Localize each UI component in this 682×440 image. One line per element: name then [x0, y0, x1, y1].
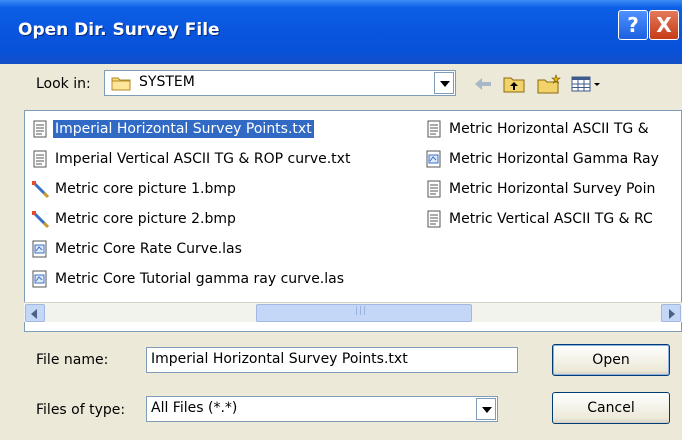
window-title: Open Dir. Survey File: [18, 20, 220, 40]
file-name-input[interactable]: Imperial Horizontal Survey Points.txt: [146, 347, 518, 373]
file-name: Metric Core Rate Curve.las: [55, 241, 242, 257]
las-file-icon: [32, 240, 47, 258]
file-type-value: All Files (*.*): [151, 400, 238, 416]
las-file-icon: [426, 150, 441, 168]
file-name: Metric core picture 1.bmp: [55, 181, 236, 197]
cancel-button[interactable]: Cancel: [552, 392, 670, 424]
file-name: Metric Core Tutorial gamma ray curve.las: [55, 271, 345, 287]
open-button[interactable]: Open: [552, 344, 670, 376]
file-name: Metric Horizontal Gamma Ray: [449, 151, 659, 167]
close-button[interactable]: X: [649, 10, 679, 40]
view-menu-icon[interactable]: [570, 74, 604, 94]
bitmap-file-icon: [31, 180, 49, 198]
text-file-icon: [427, 210, 441, 228]
text-file-icon: [33, 150, 47, 168]
new-folder-icon[interactable]: [536, 74, 562, 94]
look-in-dropdown[interactable]: SYSTEM: [104, 70, 456, 96]
up-folder-icon[interactable]: [502, 74, 526, 94]
file-name-value: Imperial Horizontal Survey Points.txt: [151, 351, 408, 367]
file-type-dropdown[interactable]: All Files (*.*): [146, 396, 498, 422]
text-file-icon: [427, 120, 441, 138]
chevron-down-icon[interactable]: [476, 398, 496, 420]
bitmap-file-icon: [31, 210, 49, 228]
text-file-icon: [33, 120, 47, 138]
look-in-label: Look in:: [36, 76, 91, 92]
help-button[interactable]: ?: [618, 10, 648, 40]
back-arrow-icon[interactable]: [472, 74, 494, 94]
chevron-down-icon[interactable]: [434, 72, 454, 94]
horizontal-scrollbar[interactable]: [24, 302, 682, 322]
file-name: Metric core picture 2.bmp: [55, 211, 236, 227]
scroll-right-icon[interactable]: [661, 304, 681, 322]
file-name: Metric Horizontal ASCII TG &: [449, 121, 649, 137]
file-name-label: File name:: [36, 352, 109, 368]
file-type-label: Files of type:: [36, 402, 126, 418]
file-list[interactable]: Imperial Horizontal Survey Points.txt Im…: [24, 110, 682, 332]
title-bar: Open Dir. Survey File ? X: [0, 0, 682, 64]
file-name: Imperial Vertical ASCII TG & ROP curve.t…: [55, 151, 351, 167]
file-name: Metric Horizontal Survey Poin: [449, 181, 656, 197]
file-name: Imperial Horizontal Survey Points.txt: [53, 120, 314, 138]
folder-icon: [111, 77, 131, 91]
text-file-icon: [427, 180, 441, 198]
scroll-left-icon[interactable]: [25, 304, 45, 322]
look-in-value: SYSTEM: [139, 74, 195, 90]
file-name: Metric Vertical ASCII TG & RC: [449, 211, 653, 227]
scrollbar-thumb[interactable]: [256, 304, 472, 322]
las-file-icon: [32, 270, 47, 288]
